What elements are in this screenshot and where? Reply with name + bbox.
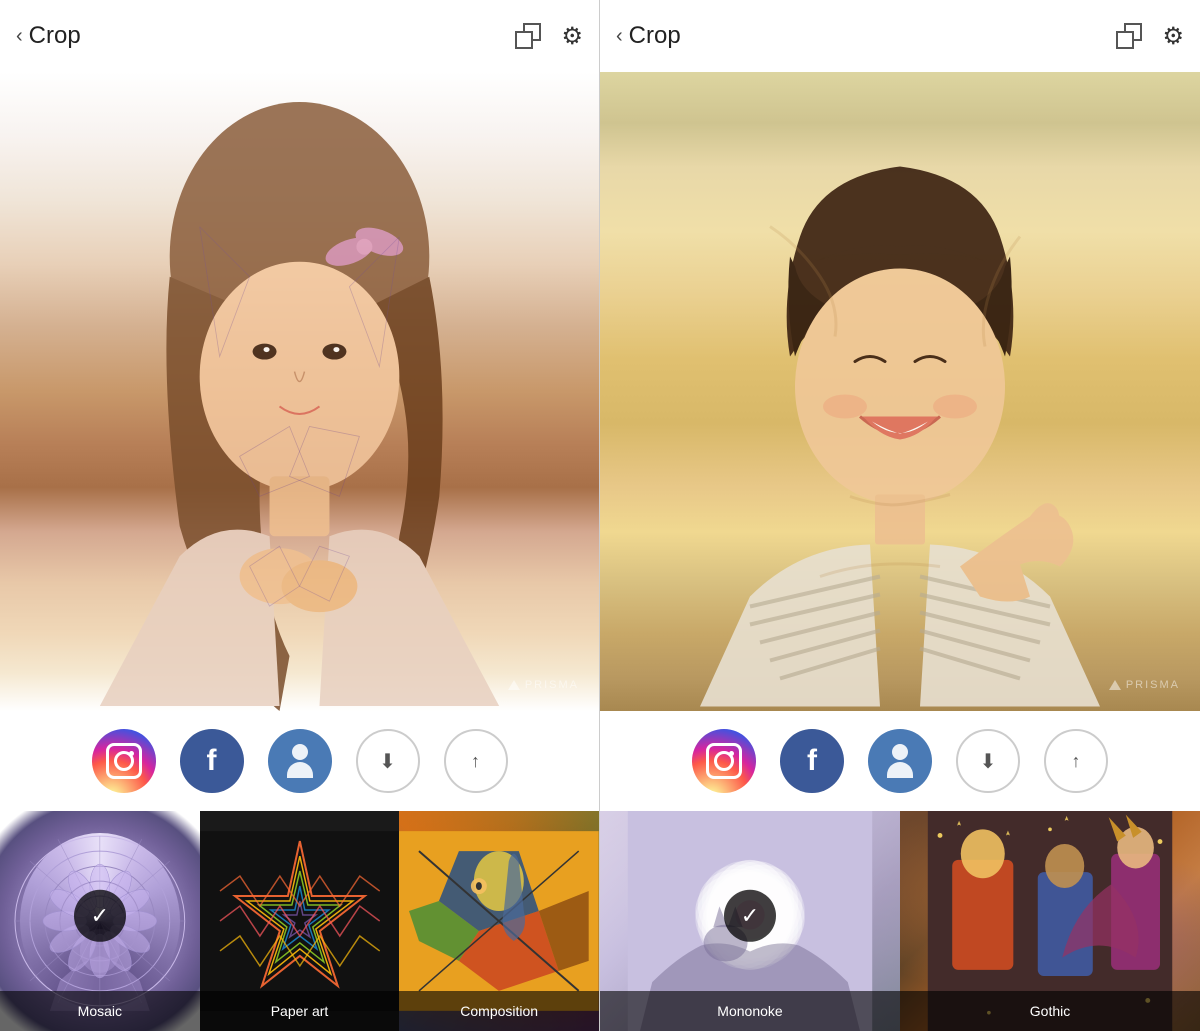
right-share-button[interactable]: ↑	[1044, 729, 1108, 793]
right-filters-area: ✓ Mononoke	[600, 811, 1200, 1031]
filter-mononoke-check: ✓	[724, 890, 776, 942]
filter-mosaic[interactable]: ✓ Mosaic	[0, 811, 200, 1031]
left-header-actions: ⚙	[515, 22, 583, 51]
profile-icon	[287, 744, 313, 778]
right-download-button[interactable]: ⬇	[956, 729, 1020, 793]
right-instagram-icon	[706, 743, 742, 779]
filter-paperart-label-bg: Paper art	[200, 991, 400, 1031]
share-icon: ↑	[471, 751, 480, 772]
left-instagram-button[interactable]	[92, 729, 156, 793]
filter-mosaic-label: Mosaic	[78, 1003, 122, 1019]
filter-mosaic-check: ✓	[74, 890, 126, 942]
left-share-button[interactable]: ↑	[444, 729, 508, 793]
right-download-icon: ⬇	[980, 749, 997, 774]
right-watermark: PRISMA	[1109, 679, 1180, 691]
facebook-icon: f	[207, 744, 217, 778]
filter-paperart-label: Paper art	[271, 1003, 329, 1019]
right-back-nav[interactable]: ‹ Crop	[616, 22, 681, 50]
filter-composition[interactable]: Composition	[399, 811, 599, 1031]
left-download-button[interactable]: ⬇	[356, 729, 420, 793]
left-header: ‹ Crop ⚙	[0, 0, 599, 72]
filter-paperart[interactable]: Paper art	[200, 811, 400, 1031]
download-icon: ⬇	[379, 749, 396, 774]
filter-composition-label: Composition	[460, 1003, 538, 1019]
right-panel: ‹ Crop ⚙	[600, 0, 1200, 1031]
left-settings-icon[interactable]: ⚙	[561, 22, 583, 51]
left-image-area: PRISMA	[0, 72, 599, 711]
left-back-icon[interactable]: ‹	[16, 25, 23, 48]
left-facebook-button[interactable]: f	[180, 729, 244, 793]
right-title: Crop	[629, 22, 681, 50]
right-profile-icon	[887, 744, 913, 778]
right-image-area: PRISMA	[600, 72, 1200, 711]
right-social-area: f ⬇ ↑	[600, 711, 1200, 811]
filter-mononoke-label-bg: Mononoke	[600, 991, 900, 1031]
left-back-nav[interactable]: ‹ Crop	[16, 22, 81, 50]
right-facebook-icon: f	[807, 744, 817, 778]
left-crop-icon[interactable]	[515, 23, 541, 49]
right-crop-icon[interactable]	[1116, 23, 1142, 49]
filter-mosaic-label-bg: Mosaic	[0, 991, 200, 1031]
instagram-icon	[106, 743, 142, 779]
left-title: Crop	[29, 22, 81, 50]
filter-mononoke[interactable]: ✓ Mononoke	[600, 811, 900, 1031]
right-header: ‹ Crop ⚙	[600, 0, 1200, 72]
left-panel: ‹ Crop ⚙	[0, 0, 600, 1031]
right-settings-icon[interactable]: ⚙	[1162, 22, 1184, 51]
filter-gothic[interactable]: Gothic	[900, 811, 1200, 1031]
right-instagram-button[interactable]	[692, 729, 756, 793]
right-back-icon[interactable]: ‹	[616, 25, 623, 48]
right-profile-button[interactable]	[868, 729, 932, 793]
filter-gothic-label-bg: Gothic	[900, 991, 1200, 1031]
right-facebook-button[interactable]: f	[780, 729, 844, 793]
filter-mononoke-label: Mononoke	[717, 1003, 782, 1019]
left-social-area: f ⬇ ↑	[0, 711, 599, 811]
left-profile-button[interactable]	[268, 729, 332, 793]
filter-gothic-label: Gothic	[1030, 1003, 1070, 1019]
right-header-actions: ⚙	[1116, 22, 1184, 51]
filter-composition-label-bg: Composition	[399, 991, 599, 1031]
left-filters-area: ✓ Mosaic	[0, 811, 599, 1031]
left-watermark: PRISMA	[508, 679, 579, 691]
right-share-icon: ↑	[1072, 751, 1081, 772]
